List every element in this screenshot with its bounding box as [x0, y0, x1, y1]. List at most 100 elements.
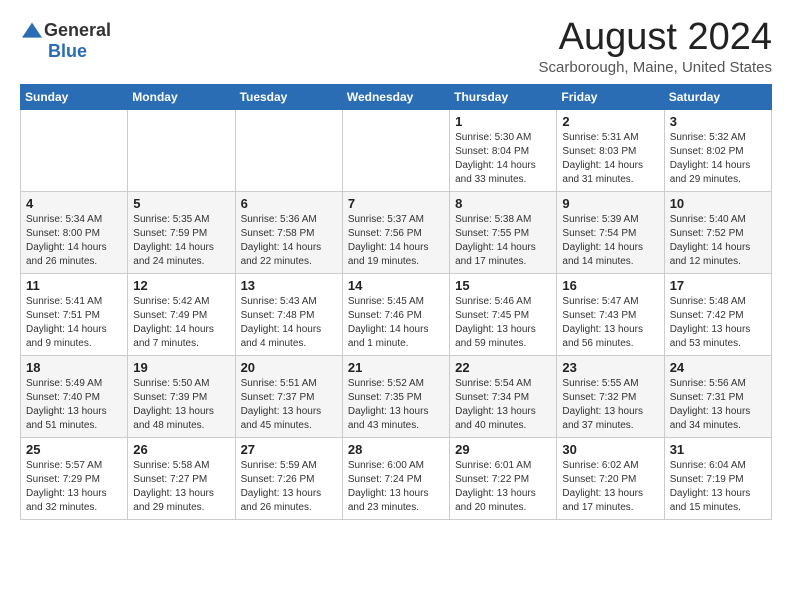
day-info: Sunrise: 5:52 AM Sunset: 7:35 PM Dayligh…: [348, 377, 444, 433]
day-info: Sunrise: 5:32 AM Sunset: 8:02 PM Dayligh…: [670, 131, 766, 187]
logo-icon: [20, 21, 44, 41]
day-cell: 13 Sunrise: 5:43 AM Sunset: 7:48 PM Dayli…: [235, 274, 342, 356]
day-number: 3: [670, 114, 766, 129]
day-info: Sunrise: 5:40 AM Sunset: 7:52 PM Dayligh…: [670, 213, 766, 269]
day-cell: 20Sunrise: 5:51 AM Sunset: 7:37 PM Dayli…: [235, 356, 342, 438]
day-info: Sunrise: 5:48 AM Sunset: 7:42 PM Dayligh…: [670, 295, 766, 351]
day-info: Sunrise: 5:38 AM Sunset: 7:55 PM Dayligh…: [455, 213, 551, 269]
day-cell: 5 Sunrise: 5:35 AM Sunset: 7:59 PM Daylig…: [128, 192, 235, 274]
day-info: Sunrise: 5:30 AM Sunset: 8:04 PM Dayligh…: [455, 131, 551, 187]
day-number: 29: [455, 442, 551, 457]
day-number: 28: [348, 442, 444, 457]
day-number: 7: [348, 196, 444, 211]
day-info: Sunrise: 5:43 AM Sunset: 7:48 PM Dayligh…: [241, 295, 337, 351]
week-row-2: 4 Sunrise: 5:34 AM Sunset: 8:00 PM Daylig…: [21, 192, 772, 274]
day-number: 26: [133, 442, 229, 457]
day-cell: 9Sunrise: 5:39 AM Sunset: 7:54 PM Daylig…: [557, 192, 664, 274]
day-info: Sunrise: 5:49 AM Sunset: 7:40 PM Dayligh…: [26, 377, 122, 433]
weekday-header-tuesday: Tuesday: [235, 85, 342, 110]
day-number: 22: [455, 360, 551, 375]
day-cell: 23Sunrise: 5:55 AM Sunset: 7:32 PM Dayli…: [557, 356, 664, 438]
day-info: Sunrise: 5:39 AM Sunset: 7:54 PM Dayligh…: [562, 213, 658, 269]
day-number: 18: [26, 360, 122, 375]
page-header: General Blue August 2024 Scarborough, Ma…: [20, 16, 772, 76]
logo-general: General: [44, 20, 111, 41]
day-number: 30: [562, 442, 658, 457]
day-number: 10: [670, 196, 766, 211]
day-number: 15: [455, 278, 551, 293]
day-number: 31: [670, 442, 766, 457]
location: Scarborough, Maine, United States: [539, 59, 772, 76]
week-row-1: 1 Sunrise: 5:30 AM Sunset: 8:04 PM Daylig…: [21, 110, 772, 192]
weekday-header-wednesday: Wednesday: [342, 85, 449, 110]
day-cell: [235, 110, 342, 192]
calendar-table: SundayMondayTuesdayWednesdayThursdayFrid…: [20, 84, 772, 520]
weekday-header-friday: Friday: [557, 85, 664, 110]
day-cell: 8 Sunrise: 5:38 AM Sunset: 7:55 PM Daylig…: [450, 192, 557, 274]
day-info: Sunrise: 5:57 AM Sunset: 7:29 PM Dayligh…: [26, 459, 122, 515]
day-cell: 31 Sunrise: 6:04 AM Sunset: 7:19 PM Dayli…: [664, 438, 771, 520]
day-info: Sunrise: 5:42 AM Sunset: 7:49 PM Dayligh…: [133, 295, 229, 351]
day-info: Sunrise: 6:00 AM Sunset: 7:24 PM Dayligh…: [348, 459, 444, 515]
day-cell: 11 Sunrise: 5:41 AM Sunset: 7:51 PM Dayli…: [21, 274, 128, 356]
day-cell: 19 Sunrise: 5:50 AM Sunset: 7:39 PM Dayli…: [128, 356, 235, 438]
day-info: Sunrise: 6:04 AM Sunset: 7:19 PM Dayligh…: [670, 459, 766, 515]
day-info: Sunrise: 5:58 AM Sunset: 7:27 PM Dayligh…: [133, 459, 229, 515]
weekday-header-monday: Monday: [128, 85, 235, 110]
day-number: 12: [133, 278, 229, 293]
day-number: 25: [26, 442, 122, 457]
day-number: 14: [348, 278, 444, 293]
day-info: Sunrise: 5:47 AM Sunset: 7:43 PM Dayligh…: [562, 295, 658, 351]
day-cell: 12 Sunrise: 5:42 AM Sunset: 7:49 PM Dayli…: [128, 274, 235, 356]
day-cell: 1 Sunrise: 5:30 AM Sunset: 8:04 PM Daylig…: [450, 110, 557, 192]
day-info: Sunrise: 5:34 AM Sunset: 8:00 PM Dayligh…: [26, 213, 122, 269]
day-cell: 18 Sunrise: 5:49 AM Sunset: 7:40 PM Dayli…: [21, 356, 128, 438]
day-cell: [342, 110, 449, 192]
day-info: Sunrise: 5:59 AM Sunset: 7:26 PM Dayligh…: [241, 459, 337, 515]
week-row-3: 11 Sunrise: 5:41 AM Sunset: 7:51 PM Dayli…: [21, 274, 772, 356]
month-title: August 2024: [539, 16, 772, 59]
day-info: Sunrise: 5:35 AM Sunset: 7:59 PM Dayligh…: [133, 213, 229, 269]
logo-blue: Blue: [48, 41, 87, 62]
day-cell: 24Sunrise: 5:56 AM Sunset: 7:31 PM Dayli…: [664, 356, 771, 438]
day-number: 5: [133, 196, 229, 211]
day-number: 19: [133, 360, 229, 375]
day-info: Sunrise: 5:54 AM Sunset: 7:34 PM Dayligh…: [455, 377, 551, 433]
day-number: 2: [562, 114, 658, 129]
day-info: Sunrise: 5:36 AM Sunset: 7:58 PM Dayligh…: [241, 213, 337, 269]
day-number: 21: [348, 360, 444, 375]
day-cell: 28 Sunrise: 6:00 AM Sunset: 7:24 PM Dayli…: [342, 438, 449, 520]
day-cell: 2 Sunrise: 5:31 AM Sunset: 8:03 PM Daylig…: [557, 110, 664, 192]
day-cell: 3 Sunrise: 5:32 AM Sunset: 8:02 PM Daylig…: [664, 110, 771, 192]
day-number: 6: [241, 196, 337, 211]
day-number: 4: [26, 196, 122, 211]
day-cell: 21 Sunrise: 5:52 AM Sunset: 7:35 PM Dayli…: [342, 356, 449, 438]
day-number: 8: [455, 196, 551, 211]
week-row-4: 18 Sunrise: 5:49 AM Sunset: 7:40 PM Dayli…: [21, 356, 772, 438]
day-cell: 4 Sunrise: 5:34 AM Sunset: 8:00 PM Daylig…: [21, 192, 128, 274]
day-cell: 6 Sunrise: 5:36 AM Sunset: 7:58 PM Daylig…: [235, 192, 342, 274]
day-number: 13: [241, 278, 337, 293]
weekday-header-saturday: Saturday: [664, 85, 771, 110]
weekday-header-row: SundayMondayTuesdayWednesdayThursdayFrid…: [21, 85, 772, 110]
day-info: Sunrise: 5:50 AM Sunset: 7:39 PM Dayligh…: [133, 377, 229, 433]
day-cell: 10 Sunrise: 5:40 AM Sunset: 7:52 PM Dayli…: [664, 192, 771, 274]
day-cell: [21, 110, 128, 192]
day-number: 11: [26, 278, 122, 293]
day-cell: 26 Sunrise: 5:58 AM Sunset: 7:27 PM Dayli…: [128, 438, 235, 520]
day-number: 16: [562, 278, 658, 293]
day-info: Sunrise: 5:45 AM Sunset: 7:46 PM Dayligh…: [348, 295, 444, 351]
day-info: Sunrise: 6:02 AM Sunset: 7:20 PM Dayligh…: [562, 459, 658, 515]
day-cell: 29Sunrise: 6:01 AM Sunset: 7:22 PM Dayli…: [450, 438, 557, 520]
day-cell: 14 Sunrise: 5:45 AM Sunset: 7:46 PM Dayli…: [342, 274, 449, 356]
logo: General Blue: [20, 20, 111, 62]
day-info: Sunrise: 5:41 AM Sunset: 7:51 PM Dayligh…: [26, 295, 122, 351]
day-number: 17: [670, 278, 766, 293]
day-number: 1: [455, 114, 551, 129]
day-info: Sunrise: 5:46 AM Sunset: 7:45 PM Dayligh…: [455, 295, 551, 351]
day-info: Sunrise: 5:55 AM Sunset: 7:32 PM Dayligh…: [562, 377, 658, 433]
day-cell: 22 Sunrise: 5:54 AM Sunset: 7:34 PM Dayli…: [450, 356, 557, 438]
day-info: Sunrise: 5:31 AM Sunset: 8:03 PM Dayligh…: [562, 131, 658, 187]
day-cell: 25 Sunrise: 5:57 AM Sunset: 7:29 PM Dayli…: [21, 438, 128, 520]
day-cell: [128, 110, 235, 192]
